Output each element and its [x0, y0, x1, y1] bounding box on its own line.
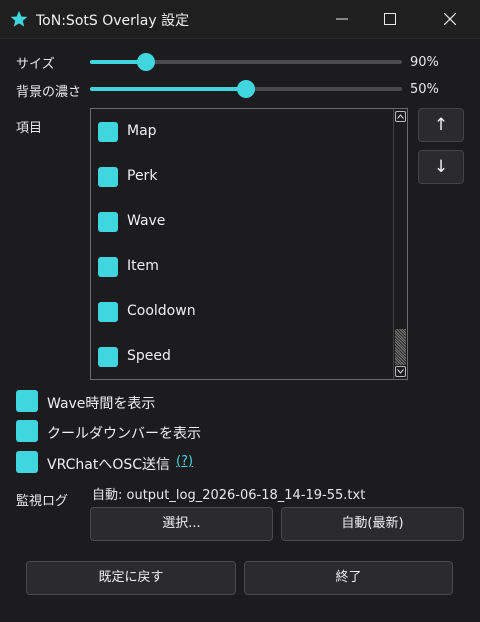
checkbox[interactable] — [98, 302, 118, 322]
list-item-label: Item — [127, 258, 159, 274]
list-item[interactable]: Map — [97, 119, 387, 145]
move-up-button[interactable]: ↑ — [418, 108, 464, 142]
close-icon — [444, 13, 456, 25]
list-item[interactable]: Speed — [97, 344, 387, 370]
checkbox[interactable] — [98, 347, 118, 367]
checkbox[interactable] — [16, 451, 38, 473]
list-item[interactable]: Perk — [97, 164, 387, 190]
checkbox[interactable] — [98, 257, 118, 277]
list-item[interactable]: Wave — [97, 209, 387, 235]
move-down-button[interactable]: ↓ — [418, 150, 464, 184]
list-scrollbar[interactable] — [393, 109, 407, 379]
close-button[interactable] — [424, 0, 476, 38]
scroll-up-button[interactable] — [395, 111, 406, 122]
window-title: ToN:SotS Overlay 設定 — [36, 13, 190, 29]
size-value: 90% — [410, 55, 439, 70]
list-item[interactable]: Item — [97, 254, 387, 280]
list-item[interactable]: Cooldown — [97, 299, 387, 325]
slider-thumb[interactable] — [237, 80, 255, 98]
checkbox[interactable] — [98, 122, 118, 142]
list-item-label: Wave — [127, 213, 166, 229]
reset-defaults-button[interactable]: 既定に戻す — [26, 561, 236, 595]
maximize-icon — [384, 13, 396, 25]
checkbox[interactable] — [16, 420, 38, 442]
chevron-down-icon — [397, 369, 404, 374]
minimize-icon — [336, 18, 348, 20]
size-label: サイズ — [16, 57, 55, 72]
chevron-up-icon — [397, 114, 404, 119]
checkbox[interactable] — [16, 390, 38, 412]
option-label: Wave時間を表示 — [47, 396, 156, 412]
opacity-slider[interactable] — [90, 80, 402, 98]
list-item-label: Map — [127, 123, 157, 139]
scroll-down-button[interactable] — [395, 366, 406, 377]
title-bar: ToN:SotS Overlay 設定 — [0, 0, 480, 39]
auto-log-button[interactable]: 自動(最新) — [281, 507, 464, 541]
osc-help-link[interactable]: (?) — [176, 454, 193, 469]
slider-thumb[interactable] — [137, 53, 156, 71]
opacity-label: 背景の濃さ — [16, 85, 82, 100]
exit-button[interactable]: 終了 — [244, 561, 453, 595]
log-path: 自動: output_log_2026-06-18_14-19-55.txt — [92, 488, 366, 503]
opacity-value: 50% — [410, 82, 439, 97]
list-item-label: Perk — [127, 168, 158, 184]
slider-fill — [90, 87, 246, 91]
select-log-button[interactable]: 選択... — [90, 507, 273, 541]
maximize-button[interactable] — [364, 0, 416, 38]
list-item-label: Speed — [127, 348, 171, 364]
star-icon — [10, 10, 28, 27]
option-label: クールダウンバーを表示 — [47, 426, 201, 442]
minimize-button[interactable] — [316, 0, 368, 38]
option-label: VRChatへOSC送信 — [47, 457, 171, 473]
size-slider[interactable] — [90, 53, 402, 71]
checkbox[interactable] — [98, 167, 118, 187]
items-listbox[interactable]: Map Perk Wave Item Cooldown Speed — [90, 108, 408, 380]
items-label: 項目 — [16, 121, 43, 136]
log-label: 監視ログ — [16, 494, 69, 509]
checkbox[interactable] — [98, 212, 118, 232]
list-item-label: Cooldown — [127, 303, 196, 319]
scrollbar-thumb[interactable] — [395, 329, 406, 365]
